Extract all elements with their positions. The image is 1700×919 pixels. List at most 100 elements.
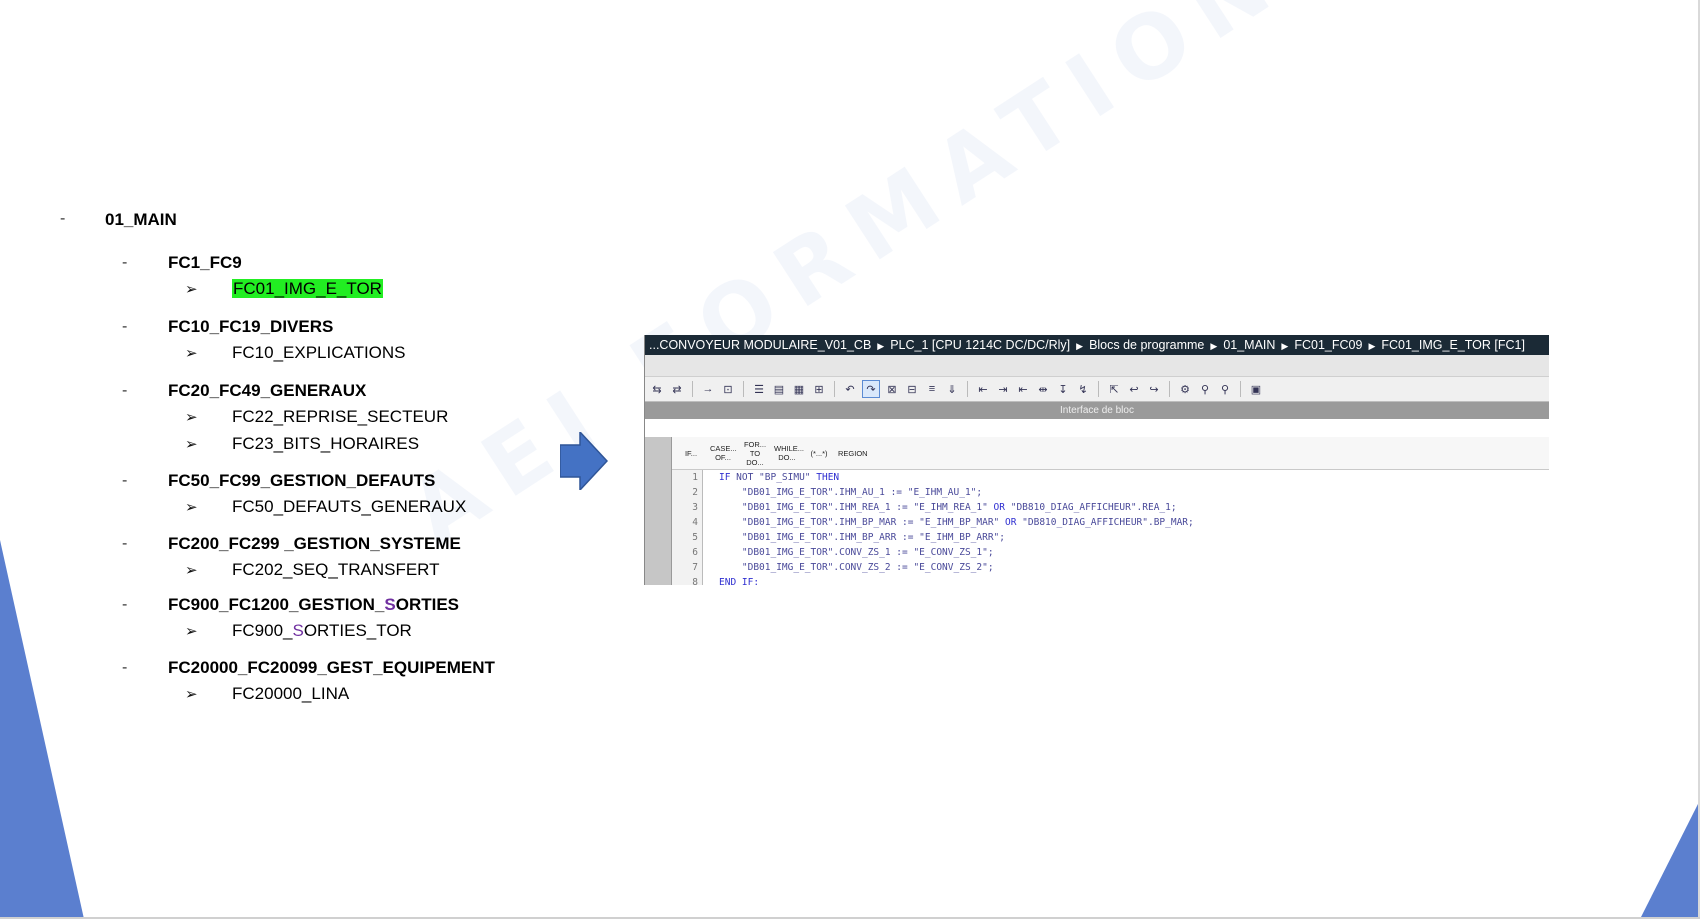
toolbar-button-icon[interactable]: ⚲ (1217, 381, 1233, 397)
accent-letter: S (292, 621, 304, 640)
tree-group-label[interactable]: FC50_FC99_GESTION_DEFAUTS (168, 471, 435, 491)
toolbar-button-icon[interactable]: ⇹ (1035, 381, 1051, 397)
tree-root-label[interactable]: 01_MAIN (105, 210, 177, 230)
breadcrumb-separator-icon: ▶ (1076, 341, 1084, 351)
tree-item-label[interactable]: FC900_SORTIES_TOR (232, 621, 412, 641)
snippet-button[interactable]: IF... (678, 449, 704, 458)
breadcrumb-separator-icon: ▶ (1210, 341, 1218, 351)
tree-group-label[interactable]: FC10_FC19_DIVERS (168, 317, 333, 337)
code-text: "DB01_IMG_E_TOR".IHM_BP_ARR := "E_IHM_BP… (719, 530, 1005, 545)
group-dash: - (122, 382, 128, 399)
toolbar-button-icon[interactable]: ⚙ (1177, 381, 1193, 397)
editor-gutter (645, 437, 672, 585)
toolbar-separator (1240, 381, 1241, 397)
toolbar-button-icon[interactable]: ↶ (842, 381, 858, 397)
code-text: IF NOT "BP_SIMU" THEN (719, 470, 839, 485)
right-decorative-shape (1640, 800, 1700, 919)
toolbar-button-icon[interactable]: ⊠ (884, 381, 900, 397)
tree-item-text: FC23_BITS_HORAIRES (232, 434, 420, 453)
toolbar-button-icon[interactable]: ↩ (1126, 381, 1142, 397)
toolbar-button-icon[interactable]: ⇱ (1106, 381, 1122, 397)
snippet-button[interactable]: FOR... TO DO... (742, 440, 768, 467)
breadcrumb-separator-icon: ▶ (1281, 341, 1289, 351)
toolbar-button-icon[interactable]: ↷ (862, 380, 880, 398)
breadcrumb-item[interactable]: FC01_FC09 (1294, 338, 1362, 352)
tree-item-label[interactable]: FC50_DEFAUTS_GENERAUX (232, 497, 466, 517)
breadcrumb-item[interactable]: ...CONVOYEUR MODULAIRE_V01_CB (649, 338, 871, 352)
tree-item-label[interactable]: FC22_REPRISE_SECTEUR (232, 407, 448, 427)
arrow-bullet-icon: ➢ (185, 562, 198, 579)
tree-group-label[interactable]: FC900_FC1200_GESTION_SORTIES (168, 595, 459, 615)
toolbar-button-icon[interactable]: ⇤ (975, 381, 991, 397)
toolbar-button-icon[interactable]: ▦ (791, 381, 807, 397)
toolbar-button-icon[interactable]: ⚲ (1197, 381, 1213, 397)
code-editor[interactable]: IF... CASE... OF... FOR... TO DO... WHILE..… (645, 437, 1549, 585)
code-keyword: OR (1004, 517, 1017, 528)
tree-item-label[interactable]: FC20000_LINA (232, 684, 349, 704)
tree-group-label[interactable]: FC20000_FC20099_GEST_EQUIPEMENT (168, 658, 495, 678)
toolbar-separator (1098, 381, 1099, 397)
tree-item-label[interactable]: FC202_SEQ_TRANSFERT (232, 560, 440, 580)
tree-item-label[interactable]: FC23_BITS_HORAIRES (232, 434, 419, 454)
toolbar-separator (1169, 381, 1170, 397)
tree-item-label[interactable]: FC10_EXPLICATIONS (232, 343, 406, 363)
block-interface-bar[interactable]: Interface de bloc (645, 402, 1549, 419)
snippet-button[interactable]: (*...*) (806, 449, 832, 458)
code-text: END_IF; (719, 575, 759, 585)
tree-item-text: FC202_SEQ_TRANSFERT (232, 560, 440, 579)
code-token: "DB01_IMG_E_TOR".IHM_BP_ARR := "E_IHM_BP… (719, 532, 1005, 543)
toolbar-button-icon[interactable]: ⇓ (944, 381, 960, 397)
tree-group-label[interactable]: FC20_FC49_GENERAUX (168, 381, 366, 401)
breadcrumb-item[interactable]: FC01_IMG_E_TOR [FC1] (1381, 338, 1525, 352)
line-number: 2 (692, 487, 698, 498)
code-keyword: IF (719, 472, 737, 483)
snippet-button[interactable]: WHILE... DO... (774, 444, 804, 462)
toolbar-button-icon[interactable]: ▤ (771, 381, 787, 397)
tree-item-text: FC50_DEFAUTS_GENERAUX (232, 497, 467, 516)
accent-letter: S (384, 595, 396, 614)
line-number: 5 (692, 532, 698, 543)
code-keyword: OR (993, 502, 1005, 513)
toolbar-button-icon[interactable]: ↯ (1075, 381, 1091, 397)
toolbar-button-icon[interactable]: ⇆ (649, 381, 665, 397)
code-token: "DB810_DIAG_AFFICHEUR".REA_1; (1005, 502, 1177, 513)
breadcrumb-item[interactable]: 01_MAIN (1223, 338, 1275, 352)
toolbar-button-icon[interactable]: ≡ (924, 381, 940, 397)
toolbar-button-icon[interactable]: ⇄ (669, 381, 685, 397)
tree-item-label[interactable]: FC01_IMG_E_TOR (232, 279, 383, 299)
snippet-button[interactable]: CASE... OF... (710, 444, 737, 462)
code-token: "DB01_IMG_E_TOR".IHM_REA_1 := "E_IHM_REA… (719, 502, 994, 513)
snippet-button[interactable]: REGION (838, 449, 868, 458)
toolbar-separator (834, 381, 835, 397)
toolbar-button-icon[interactable]: ▣ (1248, 381, 1264, 397)
group-dash: - (122, 535, 128, 552)
arrow-bullet-icon: ➢ (185, 623, 198, 640)
code-text: "DB01_IMG_E_TOR".CONV_ZS_1 := "E_CONV_ZS… (719, 545, 994, 560)
breadcrumb-item[interactable]: Blocs de programme (1089, 338, 1204, 352)
toolbar-button-icon[interactable]: ☰ (751, 381, 767, 397)
arrow-bullet-icon: ➢ (185, 409, 198, 426)
toolbar-button-icon[interactable]: ⊞ (811, 381, 827, 397)
breadcrumb: ...CONVOYEUR MODULAIRE_V01_CB ▶ PLC_1 [CPU… (645, 335, 1549, 355)
toolbar-button-icon[interactable]: → (700, 381, 716, 397)
toolbar-button-icon[interactable]: ⇥ (995, 381, 1011, 397)
tree-group-label[interactable]: FC1_FC9 (168, 253, 242, 273)
code-token: "DB01_IMG_E_TOR".CONV_ZS_1 := "E_CONV_ZS… (719, 547, 994, 558)
code-token: "DB810_DIAG_AFFICHEUR".BP_MAR; (1016, 517, 1194, 528)
toolbar-button-icon[interactable]: ⊡ (720, 381, 736, 397)
tree-item-text: FC01_IMG_E_TOR (232, 279, 383, 298)
line-number: 8 (692, 577, 698, 585)
tia-editor-screenshot: ...CONVOYEUR MODULAIRE_V01_CB ▶ PLC_1 [CPU… (644, 335, 1549, 585)
toolbar-button-icon[interactable]: ↪ (1146, 381, 1162, 397)
breadcrumb-item[interactable]: PLC_1 [CPU 1214C DC/DC/Rly] (890, 338, 1070, 352)
toolbar-button-icon[interactable]: ⇤ (1015, 381, 1031, 397)
tree-group-label[interactable]: FC200_FC299 _GESTION_SYSTEME (168, 534, 461, 554)
code-token: "DB01_IMG_E_TOR".CONV_ZS_2 := "E_CONV_ZS… (719, 562, 994, 573)
root-dash: - (60, 210, 66, 227)
code-text: "DB01_IMG_E_TOR".CONV_ZS_2 := "E_CONV_ZS… (719, 560, 994, 575)
toolbar-button-icon[interactable]: ↧ (1055, 381, 1071, 397)
interface-label: Interface de bloc (1060, 405, 1134, 416)
code-lines[interactable]: 1 IF NOT "BP_SIMU" THEN 2 "DB01_IMG_E_TOR"… (672, 470, 1549, 585)
toolbar-button-icon[interactable]: ⊟ (904, 381, 920, 397)
title-band (645, 355, 1549, 377)
